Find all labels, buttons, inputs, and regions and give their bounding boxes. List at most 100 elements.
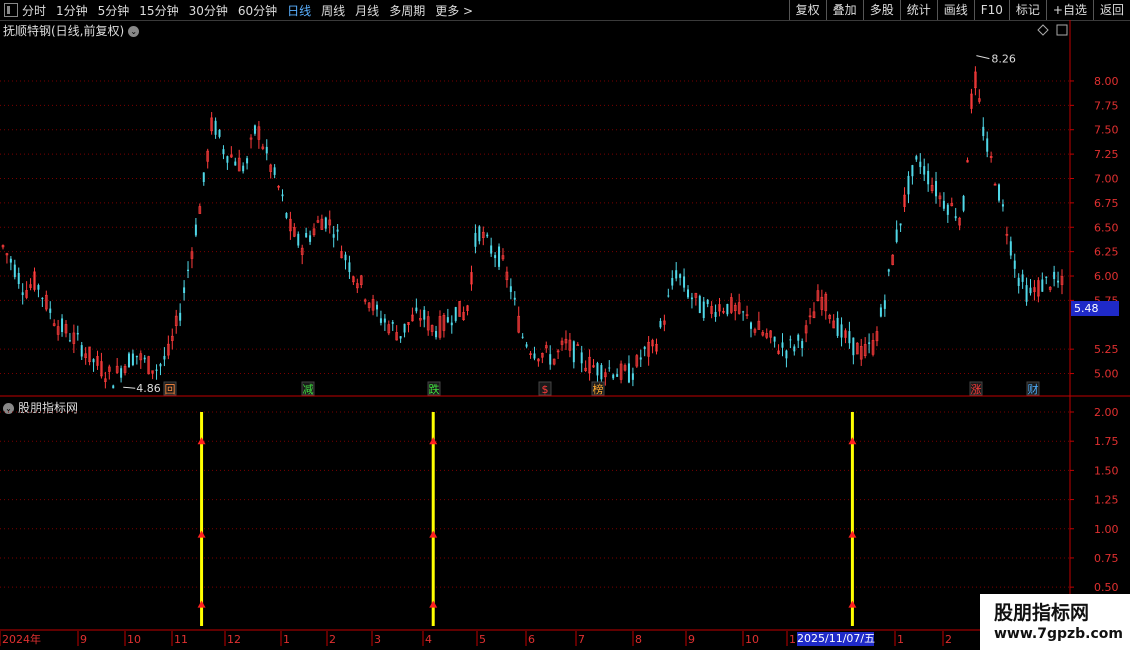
candle-body <box>513 297 516 300</box>
candle-body <box>927 170 930 185</box>
high-pointer <box>976 55 990 60</box>
candle-body <box>714 311 717 317</box>
candle-body <box>309 235 312 242</box>
y-tick-label: 7.25 <box>1094 148 1119 161</box>
event-marker-text: 财 <box>1028 382 1039 396</box>
indicator-y-tick-label: 0.75 <box>1094 552 1119 565</box>
candle-body <box>222 149 225 155</box>
x-tick-label: 8 <box>635 633 642 646</box>
indicator-y-tick-label: 1.50 <box>1094 464 1119 477</box>
candle-body <box>1041 279 1044 292</box>
x-tick-label: 1 <box>283 633 290 646</box>
candle-body <box>852 337 855 356</box>
event-marker-text: 榜 <box>593 382 604 396</box>
candle-body <box>285 212 288 218</box>
y-tick-label: 8.00 <box>1094 75 1119 88</box>
candle-body <box>726 304 729 315</box>
candle-body <box>80 345 83 357</box>
candle-body <box>789 339 792 341</box>
candle-body <box>895 229 898 242</box>
candle-body <box>297 233 300 246</box>
x-tick-label: 10 <box>127 633 141 646</box>
candle-body <box>1001 204 1004 207</box>
candle-body <box>879 307 882 317</box>
candle-body <box>702 301 705 319</box>
candle-body <box>706 299 709 305</box>
candle-body <box>836 317 839 336</box>
kline-chart[interactable]: 8.007.757.507.257.006.756.506.256.005.75… <box>0 0 1130 650</box>
candle-body <box>509 286 512 292</box>
event-marker-text: 跌 <box>429 382 440 396</box>
event-marker: 减 <box>301 381 315 396</box>
diamond-icon <box>1037 24 1049 36</box>
candle-body <box>962 195 965 211</box>
candle-body <box>202 172 205 183</box>
event-marker: 财 <box>1026 381 1040 396</box>
candle-body <box>675 270 678 279</box>
watermark-url: www.7gpzb.com <box>994 626 1124 642</box>
candle-body <box>9 258 12 263</box>
candle-body <box>998 184 1001 201</box>
candle-body <box>120 368 123 378</box>
candle-body <box>596 363 599 376</box>
candle-body <box>1013 260 1016 269</box>
event-marker: $ <box>538 381 552 396</box>
candle-body <box>1057 280 1060 283</box>
candle-body <box>49 308 52 313</box>
candle-body <box>1053 271 1056 280</box>
x-tick-label: 12 <box>227 633 241 646</box>
candle-body <box>1025 285 1028 302</box>
candle-body <box>194 224 197 236</box>
candle-body <box>92 359 95 363</box>
event-marker-text: 减 <box>303 383 314 396</box>
x-tick-label: 6 <box>528 633 535 646</box>
signal-arrow <box>848 437 857 445</box>
indicator-y-tick-label: 1.75 <box>1094 435 1119 448</box>
candle-body <box>454 307 457 321</box>
candle-body <box>549 354 552 365</box>
candle-body <box>450 322 453 326</box>
candle-body <box>446 317 449 323</box>
candle-body <box>919 161 922 168</box>
low-pointer <box>123 386 136 389</box>
candle-body <box>671 278 674 286</box>
candle-body <box>883 300 886 309</box>
candle-body <box>923 166 926 175</box>
candle-body <box>521 336 524 338</box>
candle-body <box>246 158 249 164</box>
x-tick-label: 2 <box>329 633 336 646</box>
low-label: 4.86 <box>136 382 161 395</box>
candle-body <box>946 204 949 215</box>
candle-body <box>435 330 438 338</box>
candle-body <box>135 355 138 358</box>
watermark-title: 股朋指标网 <box>994 602 1090 624</box>
candle-body <box>494 255 497 259</box>
y-tick-label: 5.00 <box>1094 368 1119 381</box>
candle-body <box>61 318 64 332</box>
candle-body <box>911 165 914 177</box>
candle-body <box>698 295 701 314</box>
candle-body <box>1021 274 1024 282</box>
candle-body <box>986 138 989 152</box>
candle-body <box>183 287 186 293</box>
event-marker: 榜 <box>591 381 605 396</box>
candle-body <box>305 232 308 238</box>
candle-body <box>627 363 630 383</box>
candle-body <box>749 322 752 329</box>
candle-body <box>37 285 40 290</box>
candle-body <box>179 312 182 321</box>
x-tick-label: 2 <box>945 633 952 646</box>
candle-body <box>899 223 902 226</box>
y-tick-label: 5.25 <box>1094 343 1119 356</box>
x-tick-label: 1 <box>897 633 904 646</box>
candle-body <box>1017 277 1020 286</box>
candle-body <box>907 175 910 195</box>
candle-body <box>600 365 603 380</box>
candle-body <box>143 357 146 360</box>
candle-body <box>608 367 611 369</box>
x-tick-label: 9 <box>688 633 695 646</box>
candle-body <box>265 146 268 154</box>
signal-arrow <box>848 530 857 538</box>
signal-arrow <box>848 600 857 608</box>
event-marker-text: $ <box>542 383 549 396</box>
